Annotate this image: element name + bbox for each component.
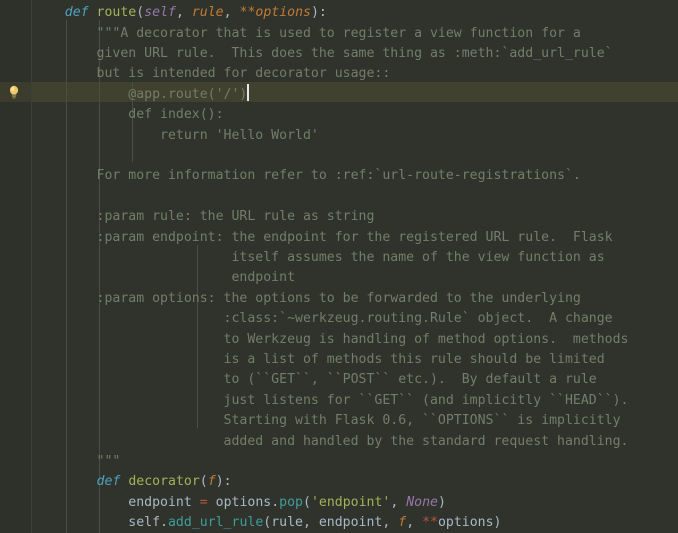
- code-token: @app.route('/'): [33, 86, 248, 102]
- code-token: 'endpoint': [310, 494, 391, 510]
- code-line[interactable]: :param rule: the URL rule as string: [33, 207, 375, 227]
- code-line[interactable]: :class:`~werkzeug.routing.Rule` object. …: [33, 309, 613, 329]
- code-token: For more information refer to :ref:`url-…: [33, 168, 581, 184]
- code-token: ):: [310, 5, 327, 21]
- code-line[interactable]: def decorator(f):: [33, 472, 232, 492]
- code-token: endpoint: [33, 270, 296, 286]
- code-token: to Werkzeug is handling of method option…: [33, 331, 629, 347]
- code-token: pop: [279, 494, 303, 510]
- code-token: def: [64, 5, 89, 21]
- code-token: ): [438, 494, 446, 510]
- code-token: but is intended for decorator usage::: [33, 66, 391, 82]
- code-editor[interactable]: def route(self, rule, **options): """A d…: [0, 0, 678, 533]
- code-token: options): [437, 515, 502, 531]
- code-token: **: [422, 515, 438, 531]
- code-token: ,: [175, 5, 192, 21]
- code-token: added and handled by the standard reques…: [33, 433, 629, 449]
- code-token: :class:`~werkzeug.routing.Rule` object. …: [33, 311, 613, 327]
- code-token: ,: [390, 494, 407, 510]
- code-token: ):: [215, 474, 232, 490]
- code-token: given URL rule. This does the same thing…: [33, 46, 613, 61]
- code-line[interactable]: itself assumes the name of the view func…: [33, 248, 605, 268]
- code-line[interactable]: given URL rule. This does the same thing…: [33, 44, 613, 64]
- code-token: :param rule: the URL rule as string: [33, 209, 375, 225]
- code-token: decorator: [128, 474, 200, 490]
- code-line[interactable]: just listens for ``GET`` (and implicitly…: [33, 391, 629, 411]
- code-line[interactable]: @app.route('/'): [33, 85, 247, 105]
- code-line[interactable]: to Werkzeug is handling of method option…: [33, 330, 629, 350]
- code-token: f: [398, 515, 407, 531]
- code-token: is a list of methods this rule should be…: [33, 352, 605, 367]
- code-line[interactable]: def route(self, rule, **options):: [33, 3, 327, 23]
- code-token: endpoint: [33, 494, 200, 510]
- code-token: to (``GET``, ``POST`` etc.). By default …: [33, 372, 597, 388]
- code-token: options.: [207, 494, 280, 510]
- code-token: def: [96, 474, 121, 490]
- code-line[interactable]: but is intended for decorator usage::: [33, 64, 391, 84]
- code-token: =: [199, 494, 208, 510]
- code-token: :param endpoint: the endpoint for the re…: [33, 229, 613, 245]
- text-caret: [247, 83, 250, 101]
- code-line[interactable]: endpoint: [33, 268, 295, 288]
- code-line[interactable]: """: [33, 452, 121, 472]
- code-line[interactable]: endpoint = options.pop('endpoint', None): [33, 493, 446, 513]
- code-line[interactable]: added and handled by the standard reques…: [33, 432, 629, 452]
- code-line[interactable]: to (``GET``, ``POST`` etc.). By default …: [33, 370, 597, 390]
- code-line[interactable]: def index():: [33, 105, 224, 125]
- code-token: add_url_rule: [167, 515, 264, 531]
- code-line[interactable]: :param endpoint: the endpoint for the re…: [33, 228, 613, 248]
- lightbulb-icon[interactable]: [6, 84, 22, 100]
- code-token: None: [406, 494, 438, 510]
- code-token: itself assumes the name of the view func…: [33, 250, 605, 265]
- code-token: :param options: the options to be forwar…: [33, 290, 581, 306]
- code-token: """A decorator that is used to register …: [33, 25, 581, 41]
- code-line[interactable]: Starting with Flask 0.6, ``OPTIONS`` is …: [33, 411, 621, 431]
- code-token: (: [199, 474, 208, 490]
- code-token: self.: [33, 515, 168, 531]
- code-token: route: [96, 5, 137, 21]
- code-token: just listens for ``GET`` (and implicitly…: [33, 392, 629, 408]
- code-token: (: [302, 494, 311, 510]
- code-token: ,: [223, 5, 240, 21]
- code-line[interactable]: :param options: the options to be forwar…: [33, 289, 581, 309]
- code-line[interactable]: self.add_url_rule(rule, endpoint, f, **o…: [33, 513, 502, 533]
- code-token: return 'Hello World': [33, 127, 319, 143]
- code-token: self: [144, 5, 176, 21]
- code-content[interactable]: def route(self, rule, **options): """A d…: [0, 0, 678, 533]
- code-line[interactable]: """A decorator that is used to register …: [33, 24, 581, 44]
- code-token: **options: [239, 5, 311, 21]
- code-token: ,: [406, 515, 423, 531]
- code-token: Starting with Flask 0.6, ``OPTIONS`` is …: [33, 413, 621, 429]
- code-token: def index():: [33, 107, 224, 123]
- code-line[interactable]: For more information refer to :ref:`url-…: [33, 166, 581, 186]
- code-token: f: [207, 474, 216, 490]
- code-line[interactable]: is a list of methods this rule should be…: [33, 350, 605, 370]
- code-token: rule: [191, 5, 224, 21]
- code-token: (: [136, 5, 145, 21]
- code-token: """: [33, 454, 121, 469]
- code-line[interactable]: return 'Hello World': [33, 126, 319, 146]
- code-token: (rule, endpoint,: [263, 515, 399, 531]
